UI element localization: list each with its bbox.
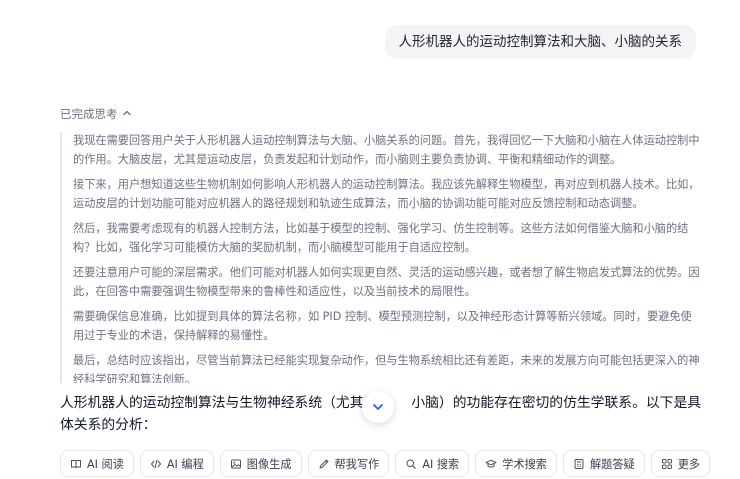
ai-reading-button[interactable]: AI 阅读 — [60, 450, 134, 477]
image-icon — [230, 458, 242, 470]
writing-assist-label: 帮我写作 — [334, 457, 380, 471]
ai-coding-label: AI 编程 — [166, 457, 204, 471]
feature-toolbar: AI 阅读 AI 编程 图像生成 帮我写作 AI 搜索 学术搜索 解题答疑 更多 — [60, 450, 711, 477]
writing-assist-button[interactable]: 帮我写作 — [307, 450, 390, 477]
thinking-content: 我现在需要回答用户关于人形机器人运动控制算法与大脑、小脑关系的问题。首先，我得回… — [60, 132, 700, 383]
graduation-cap-icon — [485, 458, 497, 470]
thinking-paragraph: 需要确保信息准确，比如提到具体的算法名称，如 PID 控制、模型预测控制，以及神… — [73, 310, 692, 342]
ai-search-label: AI 搜索 — [422, 457, 460, 471]
calculator-icon — [573, 458, 585, 470]
more-label: 更多 — [677, 457, 701, 471]
answer-text-part-1: 人形机器人的运动控制算法与生物神经系统（尤其是 — [60, 395, 378, 411]
ai-reading-label: AI 阅读 — [87, 457, 124, 471]
scroll-to-bottom-button[interactable] — [362, 391, 394, 423]
search-icon — [405, 458, 417, 470]
ai-coding-button[interactable]: AI 编程 — [139, 450, 214, 477]
thinking-paragraph: 接下来，用户想知道这些生物机制如何影响人形机器人的运动控制算法。我应该先解释生物… — [73, 178, 700, 210]
image-generation-label: 图像生成 — [246, 457, 292, 471]
more-button[interactable]: 更多 — [650, 450, 711, 477]
user-message-bubble: 人形机器人的运动控制算法和大脑、小脑的关系 — [384, 25, 696, 59]
ai-search-button[interactable]: AI 搜索 — [395, 450, 470, 477]
academic-search-label: 学术搜索 — [502, 457, 547, 471]
thinking-paragraph: 还要注意用户可能的深层需求。他们可能对机器人如何实现更自然、灵活的运动感兴趣，或… — [73, 266, 700, 298]
thinking-paragraph: 最后，总结时应该指出，尽管当前算法已经能实现复杂动作，但与生物系统相比还有差距，… — [73, 354, 700, 383]
book-icon — [70, 458, 82, 470]
pen-icon — [318, 458, 330, 470]
chevron-down-icon — [371, 400, 385, 414]
problem-solving-button[interactable]: 解题答疑 — [562, 450, 645, 477]
thinking-paragraph: 我现在需要回答用户关于人形机器人运动控制算法与大脑、小脑关系的问题。首先，我得回… — [73, 134, 700, 166]
problem-solving-label: 解题答疑 — [589, 457, 635, 471]
code-icon — [150, 458, 162, 470]
chevron-up-icon — [122, 107, 132, 121]
image-generation-button[interactable]: 图像生成 — [219, 450, 302, 477]
thinking-toggle[interactable]: 已完成思考 — [60, 106, 132, 122]
thinking-toggle-label: 已完成思考 — [60, 107, 118, 121]
thinking-paragraph: 然后，我需要考虑现有的机器人控制方法，比如基于模型的控制、强化学习、仿生控制等。… — [73, 222, 689, 254]
grid-icon — [661, 458, 673, 470]
academic-search-button[interactable]: 学术搜索 — [475, 450, 557, 477]
